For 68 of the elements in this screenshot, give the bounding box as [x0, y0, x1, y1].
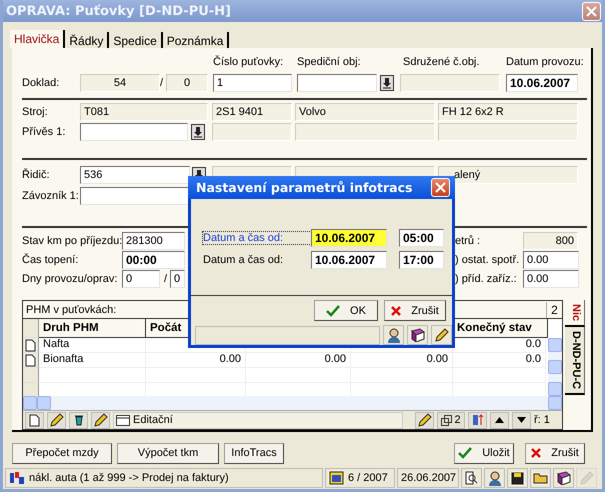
input-field[interactable]: 1	[213, 74, 292, 92]
field-label: Dny provozu/oprav:	[22, 273, 118, 285]
table-cell: 0.00	[146, 353, 246, 368]
field-label: ) příd. zaříz.:	[455, 273, 518, 285]
table-cell: 0.00	[246, 353, 351, 368]
dialog-title: Nastavení parametrů infotracs	[196, 180, 412, 196]
mode-text: Editační	[133, 414, 173, 426]
date-field[interactable]: 10.06.2007	[506, 74, 578, 92]
field-label: ) ostat. spotř.	[455, 254, 520, 266]
readonly-field: FH 12 6x2 R	[438, 102, 578, 120]
window-title: OPRAVA: Puťovky [D-ND-PU-H]	[6, 4, 231, 18]
readonly-field: Volvo	[295, 102, 435, 120]
field-label: etrů :	[455, 235, 482, 247]
ok-button[interactable]: OK	[314, 300, 378, 321]
field-label: Doklad:	[22, 77, 60, 89]
time-field[interactable]: 17:00	[399, 251, 444, 270]
table-cell: 0.00	[351, 353, 453, 368]
field-label: Stroj:	[22, 106, 49, 118]
side-tab[interactable]: D-ND-PU-C	[565, 327, 585, 396]
separator-text: /	[160, 77, 164, 89]
action-button[interactable]: Přepočet mzdy	[12, 442, 112, 464]
column-label: Sdružené č.obj.	[403, 56, 480, 68]
column-label: Datum provozu:	[506, 56, 582, 68]
field-label: Stav km po příjezdu:	[22, 235, 122, 247]
input-field[interactable]: 0.00	[523, 251, 579, 269]
separator-text: /	[164, 273, 168, 285]
row-count: 2	[546, 302, 562, 318]
action-button[interactable]: InfoTracs	[224, 442, 284, 464]
status-text: nákl. auta (1 až 999 -> Prodej na faktury)	[29, 472, 229, 484]
readonly-field: 0	[166, 74, 208, 92]
field-label: Přívěs 1:	[22, 126, 66, 138]
copies-button[interactable]: 2	[437, 412, 465, 428]
table-cell: 0.0	[453, 353, 546, 368]
cancel-button[interactable]: Zrušit	[525, 442, 585, 464]
time-field[interactable]: 05:00	[399, 229, 444, 248]
date-field[interactable]: 10.06.2007	[311, 251, 387, 270]
readonly-field: 2S1 9401	[212, 102, 292, 120]
save-button[interactable]: Uložit	[454, 442, 514, 464]
readonly-field: T081	[80, 102, 208, 120]
field-label: Řidič:	[22, 168, 51, 180]
side-tab[interactable]: Nic	[565, 300, 585, 328]
column-label: Číslo puťovky:	[213, 56, 284, 68]
input-field[interactable]: 0	[170, 270, 185, 288]
field-label: Datum a čas od:	[203, 254, 284, 266]
tab[interactable]: Hlavička	[10, 30, 66, 48]
field-label: Datum a čas od:	[203, 232, 311, 244]
cancel-button[interactable]: Zrušit	[384, 300, 446, 321]
field-label: Čas topení:	[22, 254, 80, 266]
readonly-field: alený	[438, 166, 578, 184]
grid-caption: PHM v puťovkách:	[26, 304, 116, 316]
column-header[interactable]: Konečný stav	[453, 319, 548, 338]
input-field[interactable]: 0	[122, 270, 160, 288]
action-button[interactable]: Výpočet tkm	[117, 442, 219, 464]
input-field[interactable]: 536	[80, 166, 190, 184]
table-cell: Nafta	[39, 338, 146, 353]
date-text: 26.06.2007	[401, 472, 456, 484]
row-position: ř: 1	[534, 414, 551, 426]
time-field[interactable]: 00:00	[122, 251, 185, 269]
column-label: Spediční obj:	[297, 56, 362, 68]
table-cell: Bionafta	[39, 353, 146, 368]
input-field[interactable]: 281300	[122, 232, 185, 250]
readonly-field: 800	[523, 232, 578, 250]
column-header[interactable]: Druh PHM	[39, 319, 146, 338]
input-field[interactable]: 0.00	[523, 270, 579, 288]
readonly-field: 54	[80, 74, 160, 92]
date-field[interactable]: 10.06.2007	[311, 229, 387, 248]
period-text: 6 / 2007	[348, 472, 388, 484]
field-label: Závozník 1:	[22, 190, 80, 202]
